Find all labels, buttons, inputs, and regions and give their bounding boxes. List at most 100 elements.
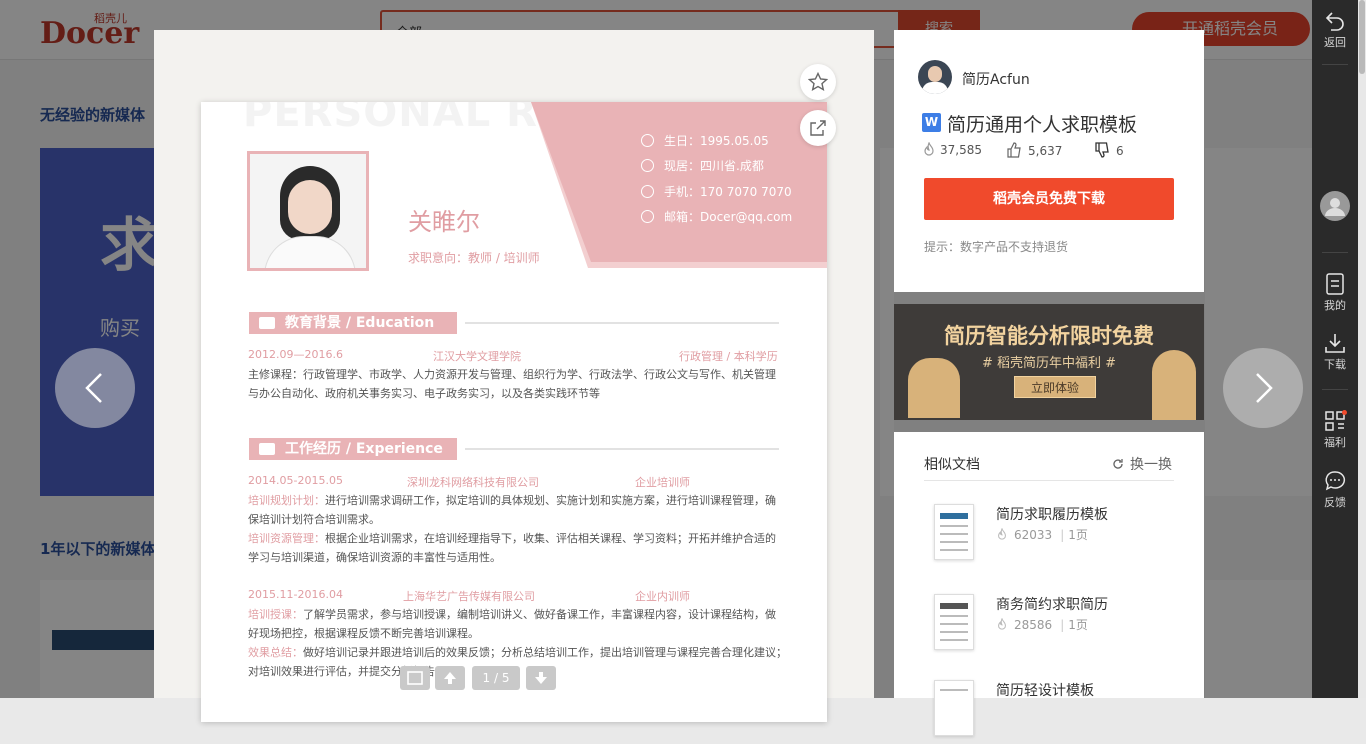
likes-stat[interactable]: 5,637 [1006, 142, 1062, 158]
document-info-panel: 简历Acfun W 简历通用个人求职模板 37,585 5,637 6 稻壳会员… [894, 30, 1204, 292]
job1-title: 企业培训师 [635, 476, 690, 489]
chevron-left-icon [85, 373, 102, 403]
back-arrow-icon [1325, 12, 1344, 31]
views-stat: 37,585 [922, 141, 982, 157]
contact-birthday-text: 生日：1995.05.05 [664, 134, 769, 148]
views-count: 37,585 [940, 143, 982, 157]
contact-location-text: 现居：四川省.成都 [664, 159, 764, 173]
job1-text2b: 学习与培训渠道，确保培训资源的丰富性与适用性。 [248, 551, 501, 564]
resume-page: PERSONAL RESUME 生日：1995.05.05 现居：四川省.成都 … [201, 102, 827, 722]
edu-courses-line2: 与办公自动化、政府机关事务实习、电子政务实习，以及各类实践环节等 [248, 387, 600, 400]
page-up-button[interactable] [435, 666, 465, 690]
refund-tip: 提示：数字产品不支持退货 [924, 240, 1069, 254]
edu-courses-line1: 主修课程：行政管理学、市政学、人力资源开发与管理、组织行为学、行政法学、行政公文… [248, 368, 776, 381]
thumbs-down-icon [1095, 142, 1109, 158]
author-avatar[interactable] [918, 60, 952, 94]
promo-banner[interactable]: 简历智能分析限时免费 # 稻壳简历年中福利 # 立即体验 [894, 304, 1204, 420]
document-icon [1326, 273, 1344, 295]
page-scrollbar[interactable] [1358, 0, 1366, 698]
page-indicator: 1 / 5 [472, 666, 520, 690]
my-button[interactable]: 我的 [1312, 273, 1358, 313]
job2-title: 企业内训师 [635, 590, 690, 603]
experience-heading: 工作经历 / Experience [249, 438, 457, 460]
contact-phone-text: 手机：170 7070 7070 [664, 185, 792, 199]
briefcase-icon [259, 443, 275, 455]
job1-text1b: 保培训计划符合培训需求。 [248, 513, 380, 526]
chat-bubble-icon [1325, 471, 1346, 491]
prev-arrow[interactable] [55, 348, 135, 428]
refresh-icon [1113, 459, 1123, 469]
contact-location: 现居：四川省.成都 [641, 157, 764, 174]
back-button[interactable]: 返回 [1312, 10, 1358, 50]
user-avatar-icon [1320, 191, 1350, 221]
star-icon [808, 72, 828, 92]
welfare-label: 福利 [1324, 436, 1346, 449]
job2-text1a: 了解学员需求，参与培训授课，编制培训讲义、做好备课工作，丰富课程内容，设计课程结… [303, 608, 776, 621]
similar-item[interactable]: 简历求职履历模板 62033 | 1页 [924, 504, 1184, 568]
chevron-right-icon [1256, 373, 1273, 403]
share-button[interactable] [800, 110, 836, 146]
education-heading: 教育背景 / Education [249, 312, 457, 334]
favorite-button[interactable] [800, 64, 836, 100]
edu-period: 2012.09—2016.6 [248, 348, 343, 361]
job2-key2: 效果总结： [248, 646, 303, 659]
doc-thumbnail [934, 680, 974, 736]
similar-item-title: 简历轻设计模板 [996, 683, 1094, 699]
job1-desc: 培训规划计划：进行培训需求调研工作，拟定培训的具体规划、实施计划和实施方案，进行… [248, 491, 788, 567]
download-button[interactable]: 稻壳会员免费下载 [924, 178, 1174, 220]
job2-period: 2015.11-2016.04 [248, 588, 343, 601]
divider [465, 322, 779, 324]
similar-title: 相似文档 [924, 457, 980, 473]
contact-email: 邮箱：Docer@qq.com [641, 208, 792, 225]
likes-count: 5,637 [1028, 144, 1063, 158]
feedback-label: 反馈 [1324, 496, 1346, 509]
welfare-button[interactable]: 福利 [1312, 410, 1358, 450]
edu-courses: 主修课程：行政管理学、市政学、人力资源开发与管理、组织行为学、行政法学、行政公文… [248, 365, 788, 403]
contact-birthday: 生日：1995.05.05 [641, 132, 769, 149]
download-rail-button[interactable]: 下载 [1312, 332, 1358, 372]
scrollbar-thumb[interactable] [1359, 0, 1365, 74]
divider [1322, 252, 1348, 253]
job1-key2: 培训资源管理： [248, 532, 325, 545]
banner-try-button[interactable]: 立即体验 [1014, 376, 1096, 398]
similar-item-meta: 62033 | 1页 [996, 526, 1088, 543]
similar-docs-panel: 相似文档 换一换 简历求职履历模板 62033 | 1页 商务简约求职简历 2858… [894, 432, 1204, 736]
job2-text1b: 好现场把控，根据课程反馈不断完善培训课程。 [248, 627, 479, 640]
resume-photo [247, 151, 369, 271]
dislikes-stat[interactable]: 6 [1094, 142, 1124, 158]
divider [1322, 64, 1348, 65]
document-viewer: PERSONAL RESUME 生日：1995.05.05 现居：四川省.成都 … [154, 30, 874, 722]
divider [924, 480, 1174, 481]
graduation-cap-icon [259, 317, 275, 329]
my-label: 我的 [1324, 299, 1346, 312]
download-label: 下载 [1324, 358, 1346, 371]
fit-page-button[interactable] [400, 666, 430, 690]
arrow-up-icon [444, 672, 456, 684]
next-arrow[interactable] [1223, 348, 1303, 428]
banner-title: 简历智能分析限时免费 [944, 324, 1154, 348]
feedback-button[interactable]: 反馈 [1312, 470, 1358, 510]
page-down-button[interactable] [526, 666, 556, 690]
fit-page-icon [407, 671, 423, 685]
job1-text1a: 进行培训需求调研工作，拟定培训的具体规划、实施计划和实施方案，进行培训课程管理，… [325, 494, 776, 507]
similar-item-views: 62033 [1014, 528, 1053, 542]
similar-item-views: 28586 [1014, 618, 1053, 632]
contact-phone: 手机：170 7070 7070 [641, 183, 792, 200]
author-name[interactable]: 简历Acfun [962, 69, 1030, 89]
user-avatar-button[interactable] [1312, 190, 1358, 224]
right-tool-rail: 返回 我的 下载 福利 反馈 [1312, 0, 1358, 698]
job1-text2a: 根据企业培训需求，在培训经理指导下，收集、评估相关课程、学习资料；开拓并维护合适… [325, 532, 776, 545]
similar-item-title: 商务简约求职简历 [996, 597, 1108, 613]
back-label: 返回 [1324, 36, 1346, 49]
dislikes-count: 6 [1116, 144, 1124, 158]
resume-intent: 求职意向：教师 / 培训师 [408, 251, 540, 265]
similar-item[interactable]: 简历轻设计模板 [924, 680, 1184, 744]
flame-icon [998, 617, 1006, 630]
similar-item[interactable]: 商务简约求职简历 28586 | 1页 [924, 594, 1184, 658]
doc-thumbnail [934, 504, 974, 560]
thumbs-up-icon [1007, 142, 1021, 158]
swap-label: 换一换 [1130, 457, 1172, 473]
swap-button[interactable]: 换一换 [1112, 454, 1172, 474]
education-heading-text: 教育背景 / Education [285, 315, 435, 331]
job1-key1: 培训规划计划： [248, 494, 325, 507]
